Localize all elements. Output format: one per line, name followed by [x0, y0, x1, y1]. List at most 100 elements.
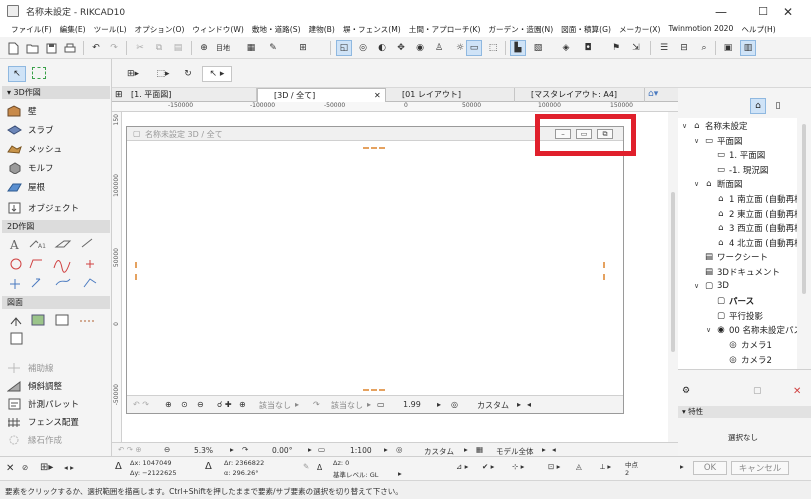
- new-file-icon[interactable]: [5, 40, 21, 56]
- menu-item[interactable]: Twinmotion 2020: [664, 23, 737, 37]
- ortho-icon[interactable]: ⊹ ▸: [512, 462, 524, 471]
- zoom-in-icon[interactable]: ⊕: [165, 400, 172, 409]
- scroll-thumb[interactable]: [671, 192, 675, 352]
- pen-tool-icon[interactable]: ✎: [303, 462, 309, 471]
- special-snap-icon[interactable]: ⊡ ▸: [548, 462, 560, 471]
- tree-item[interactable]: ∨ ⌂ 名称未設定: [682, 120, 748, 132]
- organizer-icon[interactable]: ▥: [740, 40, 756, 56]
- tab-floor-plan[interactable]: [1. 平面図]: [115, 88, 257, 102]
- angle-arrow-icon[interactable]: ▸: [308, 445, 312, 454]
- tab-master-layout[interactable]: [マスタレイアウト: A4]: [515, 88, 645, 102]
- tool-guideline[interactable]: 補助線: [6, 359, 54, 377]
- fit-icon[interactable]: ⊙: [181, 400, 188, 409]
- style-icon[interactable]: ◎: [451, 400, 458, 409]
- info-arrow-icon[interactable]: ▸: [680, 462, 684, 471]
- display-icon[interactable]: ◎: [396, 445, 403, 454]
- tree-item[interactable]: ▤ 3Dドキュメント: [694, 266, 780, 278]
- properties-header[interactable]: ▾ 特性: [678, 406, 811, 418]
- tool-wall[interactable]: 壁: [6, 102, 37, 120]
- tab-layout[interactable]: [01 レイアウト]: [386, 88, 515, 102]
- expand-arrow-icon[interactable]: ∨: [682, 122, 689, 130]
- minimize-button[interactable]: —: [698, 0, 744, 23]
- scroll-left-strip-icon[interactable]: ◂: [552, 445, 556, 454]
- list-icon[interactable]: ☰: [656, 40, 672, 56]
- pen-combo-arrow-icon[interactable]: ▸: [367, 400, 371, 409]
- tree-item[interactable]: ⌂ 2 東立面 (自動再構: [706, 208, 797, 220]
- model-arrow-icon[interactable]: ▸: [542, 445, 546, 454]
- tree-item[interactable]: ▢ 平行投影: [706, 310, 763, 322]
- copy-icon[interactable]: ⧉: [151, 40, 167, 56]
- model-icon[interactable]: ▦: [476, 445, 483, 454]
- tab-menu-icon[interactable]: ⌂▾: [648, 89, 658, 99]
- 3d-window-icon[interactable]: ▭: [466, 40, 482, 56]
- tool-fence[interactable]: フェンス配置: [6, 413, 79, 431]
- tree-item[interactable]: ∨ ▢ 3D: [694, 281, 729, 291]
- tree-item[interactable]: ▭ 1. 平面図: [706, 149, 765, 161]
- dz-field[interactable]: Δz: 0: [333, 459, 349, 467]
- section-2d[interactable]: 2D作図: [2, 220, 110, 233]
- tree-item[interactable]: ⌂ 4 北立面 (自動再構: [706, 237, 797, 249]
- tool-measure[interactable]: 計測パレット: [6, 395, 79, 413]
- pen-set-icon[interactable]: ✎: [265, 40, 281, 56]
- scale-arrow-icon[interactable]: ▸: [437, 400, 441, 409]
- menu-item[interactable]: オプション(O): [131, 23, 189, 37]
- 3d-box-icon[interactable]: ⬚: [485, 40, 501, 56]
- undo-icon[interactable]: ↶: [88, 40, 104, 56]
- layer-combo[interactable]: 該当なし: [259, 400, 291, 411]
- orbit-icon[interactable]: ◎: [355, 40, 371, 56]
- expand-arrow-icon[interactable]: ∨: [706, 326, 713, 334]
- view-map-icon[interactable]: ▯: [770, 98, 786, 114]
- midpoint-count[interactable]: 2: [625, 469, 629, 477]
- tree-item[interactable]: ∨ ◉ 00 名称未設定パス: [706, 324, 797, 336]
- menu-item[interactable]: 土間・アプローチ(K): [405, 23, 485, 37]
- schedule-icon[interactable]: ⊟: [676, 40, 692, 56]
- scale-value[interactable]: 1.99: [403, 400, 421, 409]
- edge-handle-right[interactable]: [603, 262, 605, 280]
- story-label[interactable]: 目地: [216, 43, 230, 53]
- tree-item[interactable]: ◎ カメラ1: [718, 339, 772, 351]
- relative-icon[interactable]: ◂ ▸: [64, 463, 74, 472]
- project-map-icon[interactable]: ⌂: [750, 98, 766, 114]
- zoom-value[interactable]: 5.3%: [194, 446, 213, 455]
- pointer-selector[interactable]: ↖ ▸: [202, 66, 232, 82]
- print-icon[interactable]: [62, 40, 78, 56]
- marker-icon[interactable]: ⚑: [608, 40, 624, 56]
- menu-item[interactable]: ツール(L): [90, 23, 131, 37]
- menu-item[interactable]: 塀・フェンス(M): [339, 23, 405, 37]
- tool-slab[interactable]: スラブ: [6, 121, 54, 139]
- open-file-icon[interactable]: [24, 40, 40, 56]
- close-window-button[interactable]: ✕: [765, 0, 811, 23]
- tree-item[interactable]: ▤ ワークシート: [694, 251, 768, 263]
- tab-3d[interactable]: [3D / 全て] ✕: [257, 88, 386, 102]
- section-icon[interactable]: ▧: [530, 40, 546, 56]
- tool-mesh[interactable]: メッシュ: [6, 140, 62, 158]
- divide-icon[interactable]: ⟂ ▸: [600, 462, 611, 472]
- menu-item[interactable]: ファイル(F): [7, 23, 56, 37]
- snap-grid-icon[interactable]: ⊞▸: [40, 462, 53, 473]
- scroll-thumb[interactable]: [802, 124, 806, 294]
- redo-icon[interactable]: ↷: [106, 40, 122, 56]
- edge-handle-bottom[interactable]: [363, 389, 385, 391]
- tool-roof[interactable]: 屋根: [6, 178, 45, 196]
- menu-item[interactable]: ウィンドウ(W): [188, 23, 247, 37]
- tab-close-icon[interactable]: ✕: [374, 89, 381, 103]
- dx-field[interactable]: Δx: 1047049: [130, 459, 172, 467]
- ok-button[interactable]: OK: [693, 461, 727, 475]
- tree-item[interactable]: ∨ ⌂ 断面図: [694, 178, 743, 190]
- zoom-icon[interactable]: ⊖: [164, 445, 170, 454]
- menu-item[interactable]: ヘルプ(H): [737, 23, 779, 37]
- paste-icon[interactable]: ▤: [170, 40, 186, 56]
- tree-item[interactable]: ⌂ 1 南立面 (自動再構: [706, 193, 797, 205]
- rotate-icon[interactable]: ↻: [180, 66, 196, 82]
- section-3d[interactable]: ▾ 3D作図: [2, 86, 110, 99]
- render-icon[interactable]: ◈: [558, 40, 574, 56]
- style-arrow-icon[interactable]: ▸: [517, 400, 521, 409]
- guide-icon[interactable]: ✔ ▸: [482, 462, 494, 471]
- perspective-icon[interactable]: ◱: [336, 40, 352, 56]
- midpoint-label[interactable]: 中点: [625, 459, 638, 469]
- find-icon[interactable]: ⌕: [696, 40, 712, 56]
- style-value[interactable]: カスタム: [477, 400, 509, 411]
- scroll-left-icon[interactable]: ◂: [527, 400, 531, 409]
- pan-icon[interactable]: ✥: [393, 40, 409, 56]
- marquee-tool-icon[interactable]: [32, 67, 46, 79]
